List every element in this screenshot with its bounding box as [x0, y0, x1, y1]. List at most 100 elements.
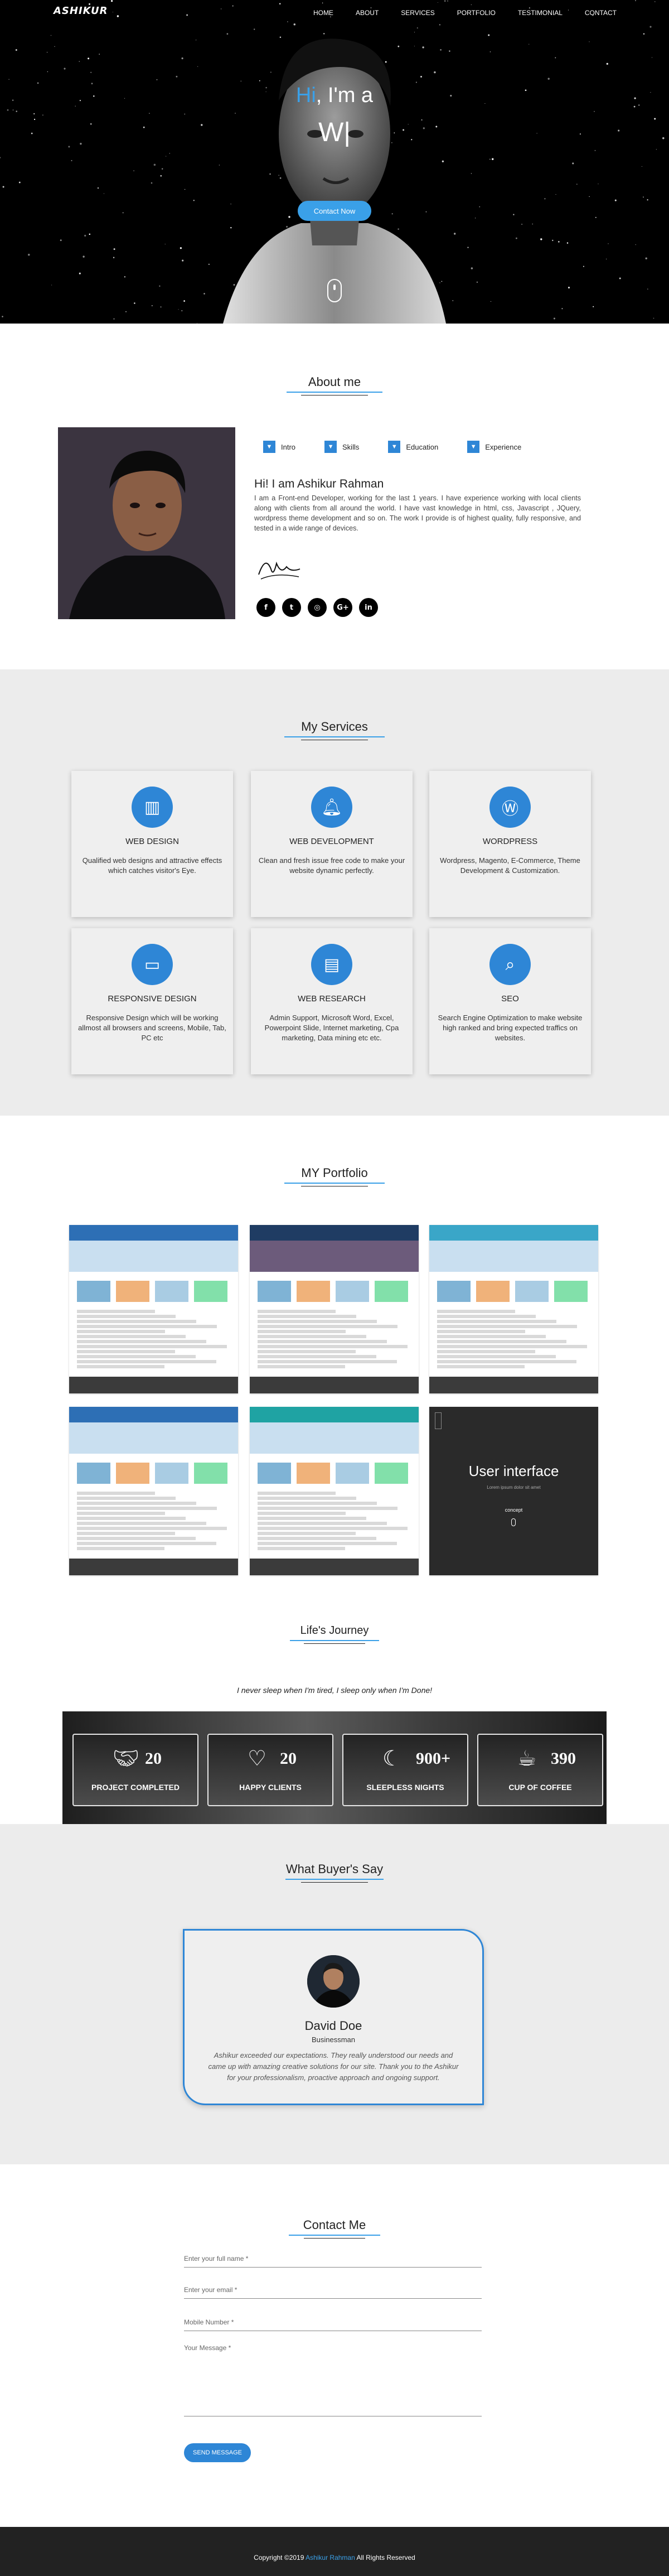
stat-card: ♡ 20 HAPPY CLIENTS	[207, 1734, 333, 1806]
service-title: WEB RESEARCH	[298, 994, 366, 1004]
copyright-suffix: All Rights Reserved	[356, 2554, 415, 2561]
service-description: Qualified web designs and attractive eff…	[82, 856, 222, 875]
journey-title: Life's Journey	[300, 1624, 369, 1637]
name-field[interactable]: Enter your full name *	[184, 2255, 482, 2268]
portfolio-ui-heading: User interface	[468, 1463, 559, 1479]
nav-item-services[interactable]: SERVICES	[401, 9, 434, 17]
portfolio-item[interactable]	[429, 1225, 598, 1393]
service-card: 🔔︎ WEB DEVELOPMENT Clean and fresh issue f…	[251, 771, 413, 917]
instagram-icon[interactable]: ◎	[308, 598, 327, 617]
contact-now-button[interactable]: Contact Now	[298, 201, 371, 221]
wordpress-icon: Ⓦ	[489, 787, 531, 828]
moon-icon: ☾	[382, 1746, 402, 1771]
nav-item-contact[interactable]: CONTACT	[585, 9, 617, 17]
testimonial-title-underline	[285, 1879, 384, 1880]
portfolio-item[interactable]	[250, 1407, 419, 1575]
portfolio-title: MY Portfolio	[301, 1166, 368, 1180]
portfolio-title-underline	[284, 1183, 385, 1184]
service-card: ▭ RESPONSIVE DESIGN Responsive Design whic…	[71, 928, 233, 1074]
testimonial-card: David Doe Businessman Ashikur exceeded o…	[183, 1929, 484, 2105]
about-photo	[58, 427, 235, 619]
nav-item-testimonial[interactable]: TESTIMONIAL	[518, 9, 563, 17]
coffee-icon: ☕︎	[517, 1746, 537, 1771]
service-title: WEB DEVELOPMENT	[289, 837, 374, 846]
tab-experience[interactable]: ▼ Experience	[467, 441, 521, 453]
avatar	[307, 1955, 360, 2008]
about-title: About me	[308, 375, 361, 389]
services-title: My Services	[301, 720, 368, 734]
heart-icon: ♡	[248, 1746, 267, 1771]
nav-item-portfolio[interactable]: PORTFOLIO	[457, 9, 496, 17]
mobile-field[interactable]: Mobile Number *	[184, 2318, 482, 2331]
journey-quote: I never sleep when I'm tired, I sleep on…	[236, 1686, 433, 1695]
portfolio-ui-label: concept	[505, 1507, 523, 1513]
linkedin-icon[interactable]: in	[359, 598, 378, 617]
social-links: f t ◎ G+ in	[256, 598, 378, 617]
top-navigation: ASHIKUR HOME ABOUT SERVICES PORTFOLIO TE…	[0, 0, 669, 26]
hero-typing-text: W|	[318, 118, 351, 147]
service-description: Clean and fresh issue free code to make …	[258, 856, 405, 875]
services-title-underline	[284, 736, 385, 737]
nav-menu: HOME ABOUT SERVICES PORTFOLIO TESTIMONIA…	[291, 9, 617, 17]
send-message-button[interactable]: SEND MESSAGE	[184, 2443, 251, 2462]
portfolio-item[interactable]	[69, 1225, 238, 1393]
service-title: WEB DESIGN	[125, 837, 179, 846]
portfolio-item[interactable]	[69, 1407, 238, 1575]
stat-card: ☾ 900+ SLEEPLESS NIGHTS	[342, 1734, 468, 1806]
stat-card: 🤝︎ 20 PROJECT COMPLETED	[72, 1734, 198, 1806]
testimonial-name: David Doe	[304, 2019, 362, 2033]
nav-item-home[interactable]: HOME	[313, 9, 333, 17]
hero-greeting: Hi, I'm a	[0, 84, 669, 108]
stat-value: 390	[551, 1749, 576, 1768]
copyright-name-link[interactable]: Ashikur Rahman	[306, 2554, 355, 2561]
tab-skills-label: Skills	[342, 442, 360, 451]
hero-greeting-rest: , I'm a	[316, 84, 374, 107]
bell-icon: 🔔︎	[311, 787, 352, 828]
stats-banner: 🤝︎ 20 PROJECT COMPLETED ♡ 20 HAPPY CLIENTS ☾ 90…	[62, 1711, 607, 1837]
portfolio-item[interactable]	[250, 1225, 419, 1393]
tab-intro-label: Intro	[281, 442, 296, 451]
service-title: WORDPRESS	[482, 837, 538, 846]
scroll-mouse-icon[interactable]	[327, 279, 342, 302]
tab-intro[interactable]: ▼ Intro	[263, 441, 295, 453]
portfolio-ui-sub: Lorem ipsum dolor sit amet	[487, 1485, 541, 1490]
contact-title: Contact Me	[303, 2218, 366, 2232]
tab-skills[interactable]: ▼ Skills	[324, 441, 359, 453]
about-tabs: ▼ Intro ▼ Skills ▼ Education ▼ Experience	[263, 441, 559, 453]
email-field[interactable]: Enter your email *	[184, 2286, 482, 2299]
facebook-icon[interactable]: f	[256, 598, 275, 617]
google-plus-icon[interactable]: G+	[333, 598, 352, 617]
message-field[interactable]: Your Message *	[184, 2344, 482, 2416]
tab-education[interactable]: ▼ Education	[388, 441, 438, 453]
service-description: Admin Support, Microsoft Word, Excel, Po…	[264, 1014, 399, 1042]
contact-title-underline-secondary	[304, 2238, 365, 2239]
about-heading: Hi! I am Ashikur Rahman	[254, 477, 384, 490]
stat-value: 900+	[416, 1749, 451, 1768]
hero-portrait	[223, 38, 446, 324]
nav-item-about[interactable]: ABOUT	[356, 9, 379, 17]
service-card: ▤ WEB RESEARCH Admin Support, Microsoft Wo…	[251, 928, 413, 1074]
signature-image	[258, 561, 300, 580]
journey-title-underline	[290, 1640, 379, 1641]
laptop-icon: ▭	[132, 944, 173, 985]
portfolio-item[interactable]: User interface Lorem ipsum dolor sit amet…	[429, 1407, 598, 1575]
stat-value: 20	[145, 1749, 162, 1768]
service-card: ▥ WEB DESIGN Qualified web designs and att…	[71, 771, 233, 917]
stat-label: PROJECT COMPLETED	[91, 1783, 180, 1792]
twitter-icon[interactable]: t	[282, 598, 301, 617]
service-title: SEO	[501, 994, 519, 1004]
chevron-down-icon: ▼	[388, 441, 401, 453]
site-logo[interactable]: ASHIKUR	[54, 5, 108, 17]
stat-value: 20	[280, 1749, 297, 1768]
handshake-icon: 🤝︎	[113, 1746, 140, 1771]
hero-section: Hi, I'm a W| Contact Now	[0, 0, 669, 324]
tab-education-label: Education	[406, 442, 439, 451]
service-card: ⌕ SEO Search Engine Optimization to make w…	[429, 928, 591, 1074]
journey-title-underline-secondary	[304, 1643, 365, 1644]
bar-chart-icon: ▥	[132, 787, 173, 828]
service-description: Wordpress, Magento, E-Commerce, Theme De…	[440, 856, 580, 875]
stat-label: CUP OF COFFEE	[508, 1783, 572, 1792]
hero-greeting-hi: Hi	[295, 84, 316, 107]
contact-title-underline	[289, 2235, 380, 2236]
chevron-down-icon: ▼	[467, 441, 480, 453]
